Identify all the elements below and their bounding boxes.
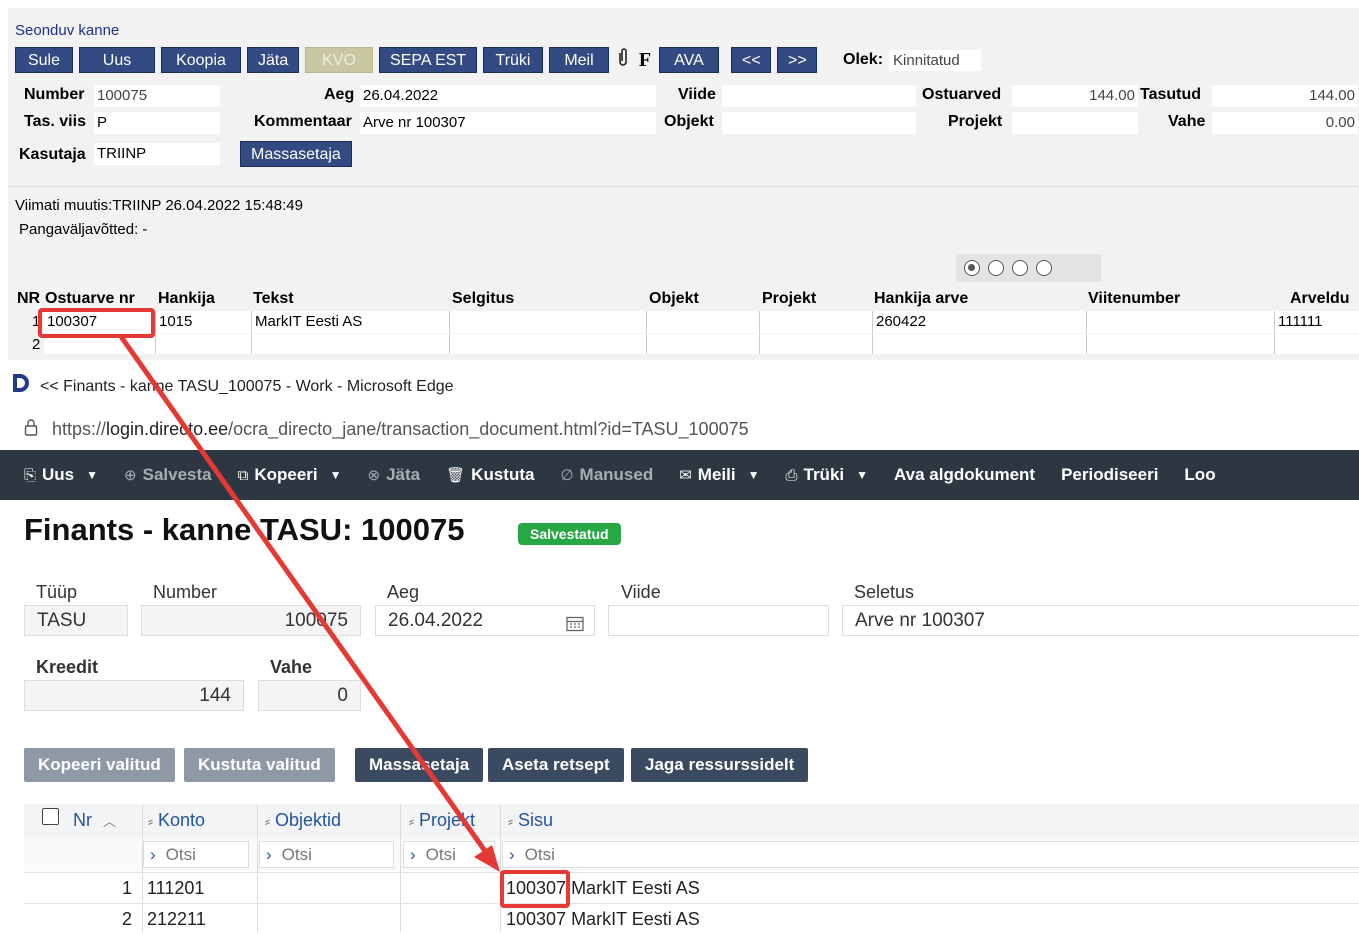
annotation-arrow xyxy=(119,335,500,872)
